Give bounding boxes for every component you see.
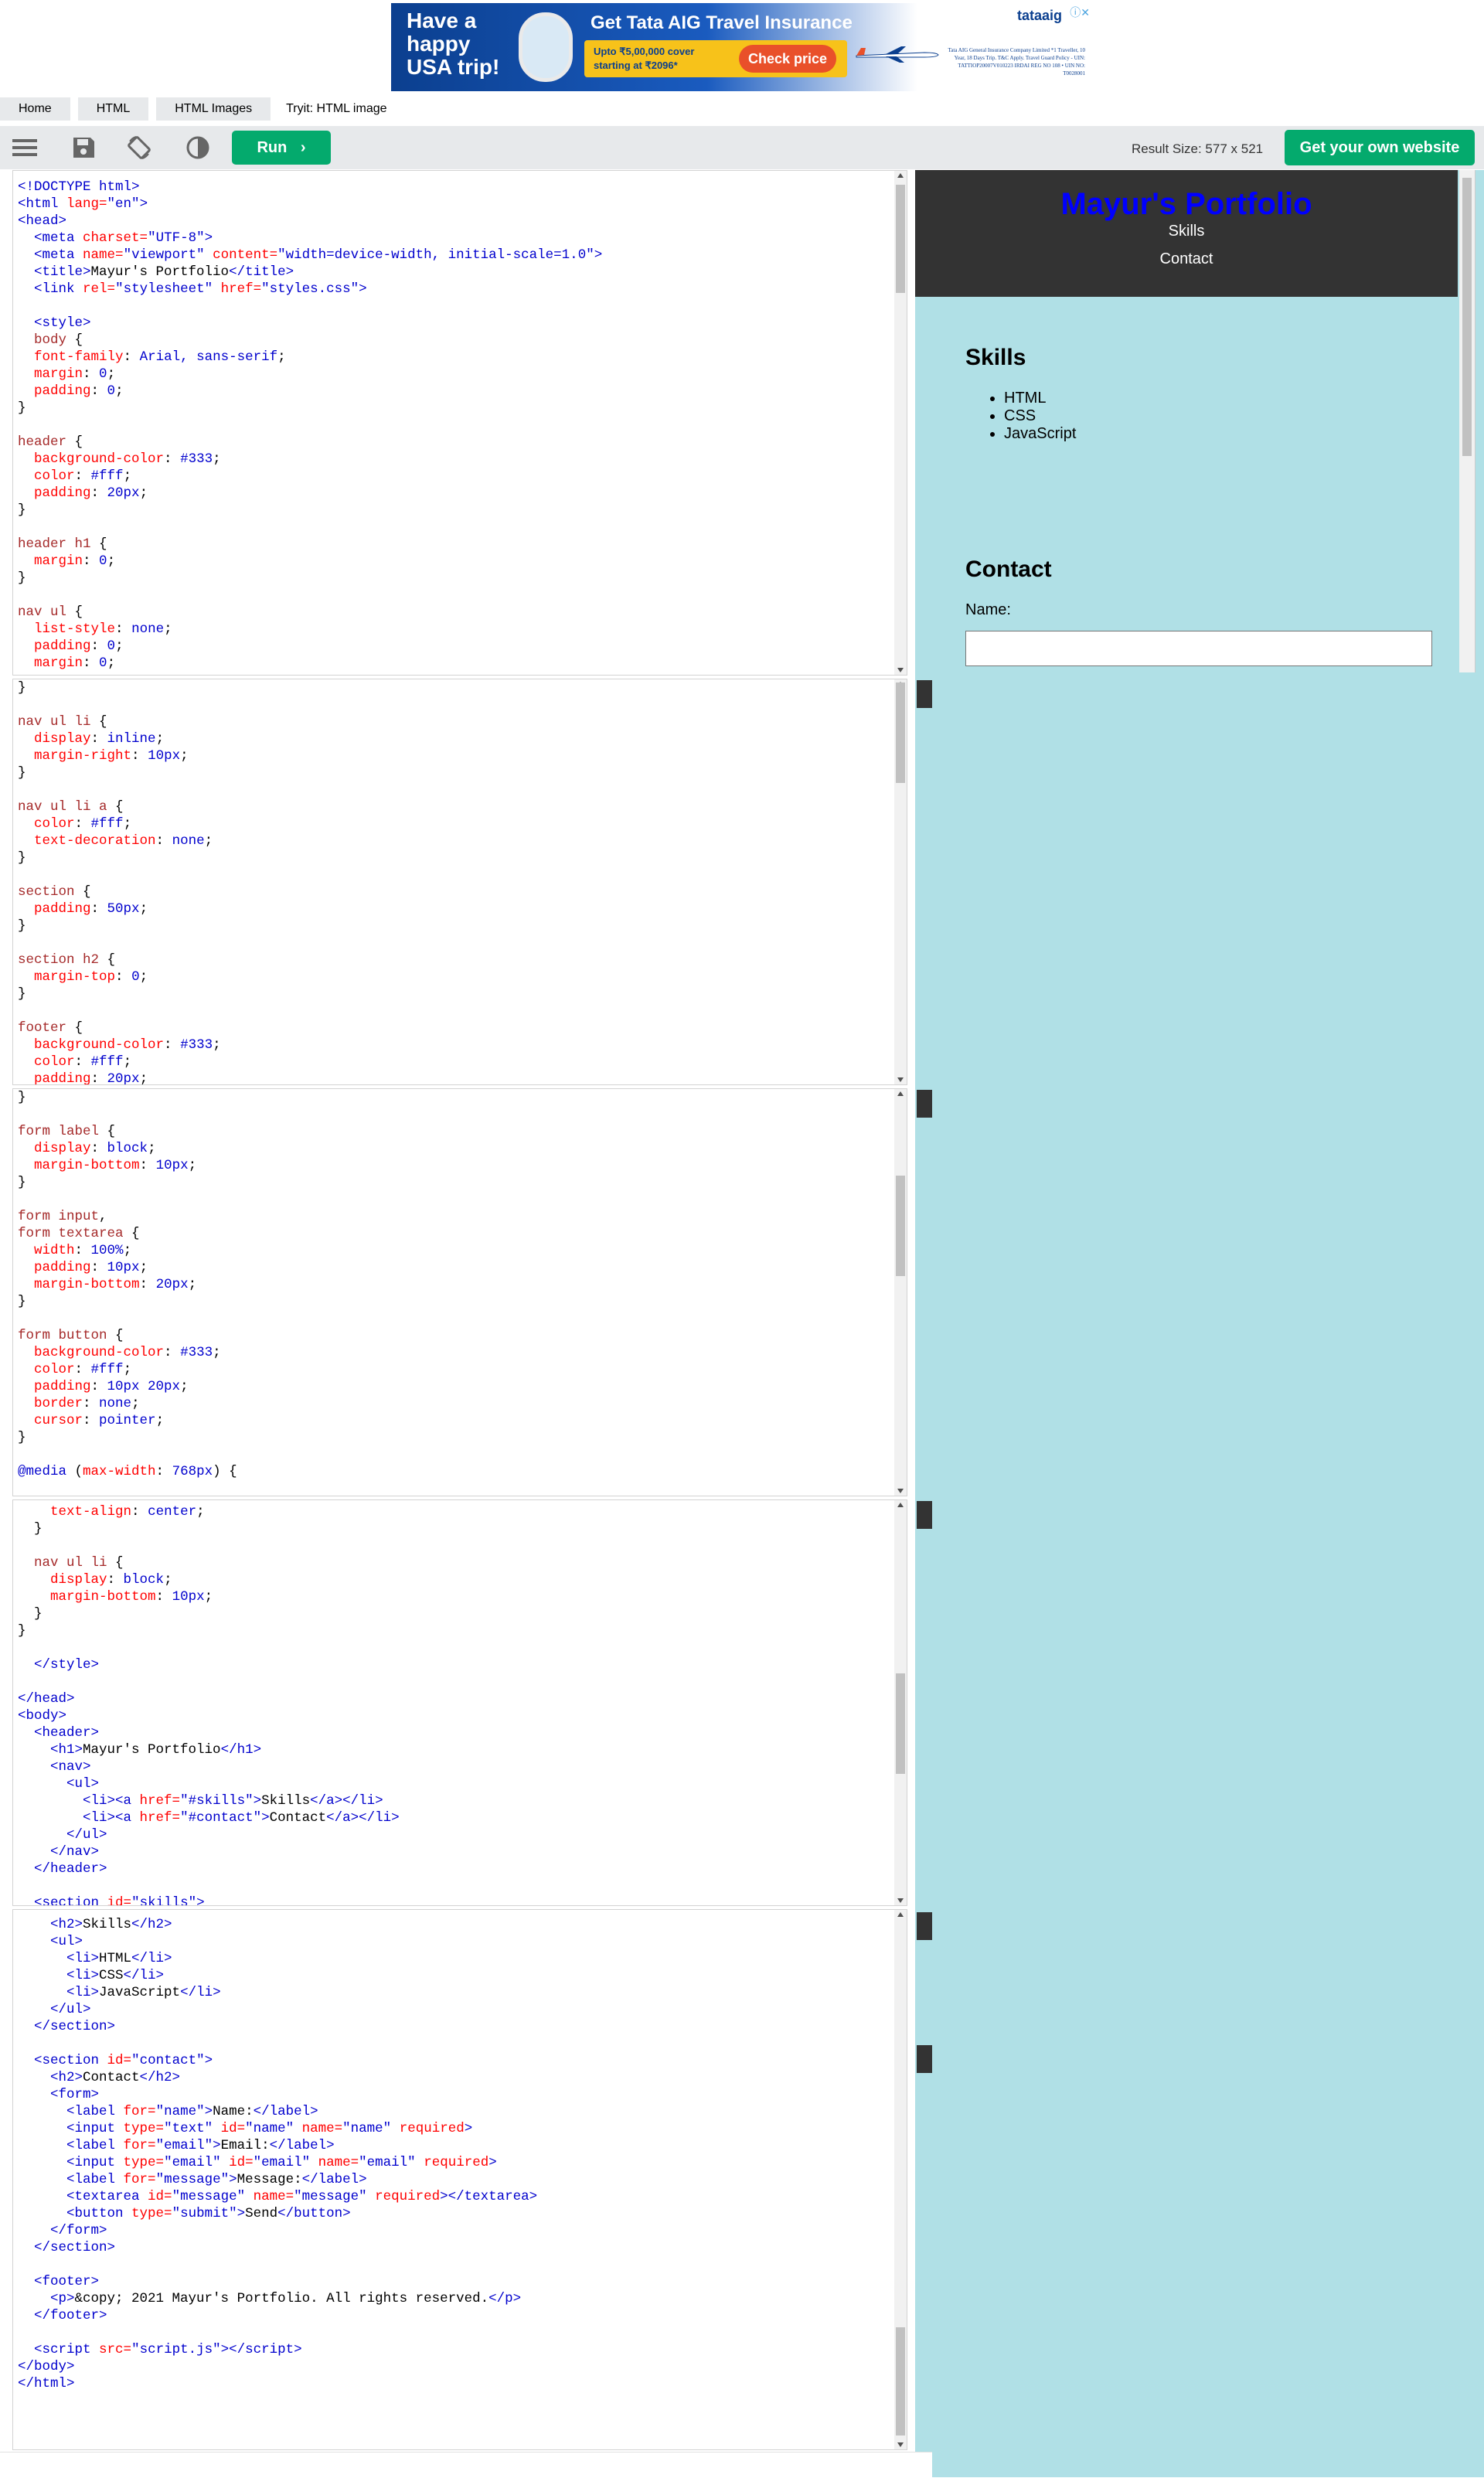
rotate-orientation-icon[interactable] xyxy=(125,134,153,162)
code-text[interactable]: } form label { display: block; margin-bo… xyxy=(13,1089,907,1480)
ad-check-price-button[interactable]: Check price xyxy=(739,45,836,73)
result-skills-heading: Skills xyxy=(965,345,1026,370)
code-text[interactable]: } nav ul li { display: inline; margin-ri… xyxy=(13,679,907,1084)
scroll-thumb[interactable] xyxy=(896,682,905,783)
ad-headline: Have a happy USA trip! xyxy=(407,9,500,79)
dark-marker xyxy=(917,2045,932,2073)
result-scroll-thumb[interactable] xyxy=(1462,178,1472,456)
scroll-up-arrow-icon[interactable] xyxy=(897,1503,904,1507)
breadcrumb-home[interactable]: Home xyxy=(0,97,70,121)
scroll-thumb[interactable] xyxy=(896,1673,905,1774)
result-nav-skills[interactable]: Skills xyxy=(915,223,1458,240)
scroll-down-arrow-icon[interactable] xyxy=(897,1489,904,1493)
scrollbar[interactable] xyxy=(894,171,907,675)
code-editor-panel-1[interactable]: <!DOCTYPE html> <html lang="en"> <head> … xyxy=(12,170,907,676)
airplane-window-image xyxy=(519,12,573,82)
breadcrumb-html[interactable]: HTML xyxy=(77,97,149,121)
get-own-website-button[interactable]: Get your own website xyxy=(1285,130,1475,165)
result-size: Result Size: 577 x 521 xyxy=(1132,141,1264,156)
airplane-icon xyxy=(856,46,939,63)
ad-banner[interactable]: Have a happy USA trip! Get Tata AIG Trav… xyxy=(391,3,1093,91)
result-name-label: Name: xyxy=(965,601,1011,618)
ad-title: Get Tata AIG Travel Insurance xyxy=(591,12,853,33)
scroll-down-arrow-icon[interactable] xyxy=(897,1898,904,1903)
scrollbar[interactable] xyxy=(894,1910,907,2449)
breadcrumb-html-images[interactable]: HTML Images xyxy=(156,97,271,121)
ad-cover-box: Upto ₹5,00,000 cover starting at ₹2096* … xyxy=(584,40,847,77)
result-iframe[interactable]: Mayur's Portfolio Skills Contact Skills … xyxy=(915,170,1475,672)
breadcrumb-current: Tryit: HTML image xyxy=(286,102,387,115)
result-title: Mayur's Portfolio xyxy=(1060,187,1312,221)
ad-brand-logo: tataaig xyxy=(1016,8,1062,23)
scroll-up-arrow-icon[interactable] xyxy=(897,1091,904,1096)
code-text[interactable]: <!DOCTYPE html> <html lang="en"> <head> … xyxy=(13,171,907,672)
save-icon[interactable] xyxy=(70,134,97,162)
code-editor-panel-5[interactable]: <h2>Skills</h2> <ul> <li>HTML</li> <li>C… xyxy=(12,1909,907,2450)
scroll-thumb[interactable] xyxy=(896,185,905,293)
scroll-down-arrow-icon[interactable] xyxy=(897,668,904,672)
ad-fine-print: Tata AIG General Insurance Company Limit… xyxy=(948,47,1086,77)
scroll-thumb[interactable] xyxy=(896,2327,905,2435)
list-item: CSS xyxy=(1004,407,1076,425)
scrollbar[interactable] xyxy=(894,1500,907,1905)
breadcrumb: Home HTML HTML Images Tryit: HTML image xyxy=(0,97,387,121)
result-skills-list: HTML CSS JavaScript xyxy=(965,390,1076,443)
toolbar: Run › Result Size: 577 x 521 Get your ow… xyxy=(0,126,1484,169)
dark-marker xyxy=(917,1090,932,1118)
code-text[interactable]: text-align: center; } nav ul li { displa… xyxy=(13,1500,907,1905)
chevron-right-icon: › xyxy=(300,139,306,156)
result-nav-contact[interactable]: Contact xyxy=(915,250,1458,268)
scrollbar[interactable] xyxy=(894,679,907,1084)
run-button[interactable]: Run › xyxy=(232,131,331,165)
result-name-input[interactable] xyxy=(965,631,1432,666)
menu-icon[interactable] xyxy=(11,134,39,162)
ad-cover-line2: starting at ₹2096* xyxy=(594,60,678,71)
scroll-thumb[interactable] xyxy=(896,1176,905,1276)
dark-marker xyxy=(917,680,932,708)
run-button-label: Run xyxy=(257,139,288,156)
result-header: Mayur's Portfolio Skills Contact xyxy=(915,170,1458,297)
code-editor-panel-3[interactable]: } form label { display: block; margin-bo… xyxy=(12,1088,907,1496)
scroll-down-arrow-icon[interactable] xyxy=(897,2442,904,2447)
ad-close-icon[interactable]: ⓘ✕ xyxy=(1070,5,1090,20)
list-item: JavaScript xyxy=(1004,425,1076,443)
ad-cover-line1: Upto ₹5,00,000 cover xyxy=(594,46,695,57)
code-editor-panel-4[interactable]: text-align: center; } nav ul li { displa… xyxy=(12,1499,907,1906)
scroll-up-arrow-icon[interactable] xyxy=(897,1912,904,1917)
code-editor-panel-2[interactable]: } nav ul li { display: inline; margin-ri… xyxy=(12,679,907,1085)
scrollbar[interactable] xyxy=(894,1089,907,1496)
list-item: HTML xyxy=(1004,390,1076,407)
bottom-strip xyxy=(0,2452,932,2478)
theme-toggle-icon[interactable] xyxy=(184,134,212,162)
scroll-up-arrow-icon[interactable] xyxy=(897,173,904,178)
result-contact-heading: Contact xyxy=(965,557,1052,582)
dark-marker xyxy=(917,1912,932,1940)
code-text[interactable]: <h2>Skills</h2> <ul> <li>HTML</li> <li>C… xyxy=(13,1910,907,2392)
result-scrollbar[interactable] xyxy=(1459,170,1475,672)
scroll-down-arrow-icon[interactable] xyxy=(897,1077,904,1082)
dark-marker xyxy=(917,1501,932,1529)
